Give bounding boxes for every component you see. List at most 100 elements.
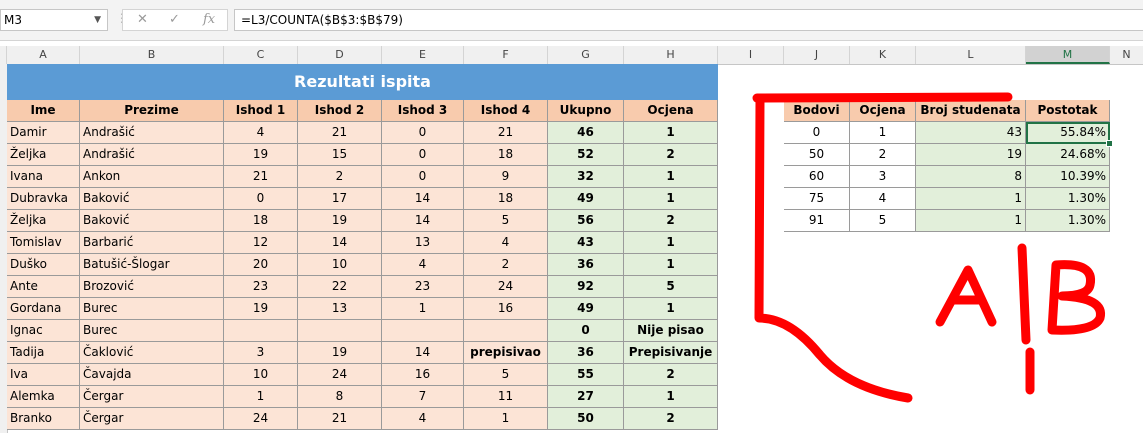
cell-ocjena[interactable]: Nije pisao bbox=[624, 320, 718, 342]
cell-ishod-1[interactable]: 21 bbox=[224, 166, 298, 188]
cell-ukupno[interactable]: 32 bbox=[548, 166, 624, 188]
header-ishod-4[interactable]: Ishod 4 bbox=[464, 100, 548, 122]
cell-ime[interactable]: Dubravka bbox=[7, 188, 80, 210]
cell-ishod-3[interactable]: 14 bbox=[382, 342, 464, 364]
cell-prezime[interactable]: Brozović bbox=[80, 276, 224, 298]
cell-ocjena[interactable]: 2 bbox=[624, 364, 718, 386]
cell-ishod-1[interactable]: 4 bbox=[224, 122, 298, 144]
cell-ocjena[interactable]: 2 bbox=[624, 144, 718, 166]
cell-ime[interactable]: Tadija bbox=[7, 342, 80, 364]
cell-ishod-4[interactable]: 9 bbox=[464, 166, 548, 188]
cell-ocjena[interactable]: 1 bbox=[624, 188, 718, 210]
cell-ishod-2[interactable]: 10 bbox=[298, 254, 382, 276]
cell-ime[interactable]: Duško bbox=[7, 254, 80, 276]
cell-ukupno[interactable]: 56 bbox=[548, 210, 624, 232]
column-header-g[interactable]: G bbox=[548, 46, 624, 64]
grade-header-ocjena[interactable]: Ocjena bbox=[850, 100, 916, 122]
cell-ukupno[interactable]: 49 bbox=[548, 298, 624, 320]
cell-ime[interactable]: Ivana bbox=[7, 166, 80, 188]
fill-handle[interactable] bbox=[1106, 140, 1113, 147]
cell-ime[interactable]: Željka bbox=[7, 210, 80, 232]
cell-ocjena[interactable]: 2 bbox=[624, 408, 718, 430]
cell-ishod-1[interactable]: 20 bbox=[224, 254, 298, 276]
cell-ishod-4[interactable]: prepisivao bbox=[464, 342, 548, 364]
cell-ishod-3[interactable]: 14 bbox=[382, 210, 464, 232]
cell-prezime[interactable]: Ankon bbox=[80, 166, 224, 188]
cell-ukupno[interactable]: 36 bbox=[548, 342, 624, 364]
cell-ishod-2[interactable]: 21 bbox=[298, 408, 382, 430]
cell-ishod-3[interactable]: 1 bbox=[382, 298, 464, 320]
cell-ishod-3[interactable]: 0 bbox=[382, 122, 464, 144]
column-header-b[interactable]: B bbox=[80, 46, 224, 64]
cell-ukupno[interactable]: 27 bbox=[548, 386, 624, 408]
cell-prezime[interactable]: Andrašić bbox=[80, 122, 224, 144]
cell-prezime[interactable]: Čaklović bbox=[80, 342, 224, 364]
cell-ukupno[interactable]: 0 bbox=[548, 320, 624, 342]
cell-prezime[interactable]: Baković bbox=[80, 210, 224, 232]
cell-prezime[interactable]: Batušić-Šlogar bbox=[80, 254, 224, 276]
cell-ocjena[interactable]: 1 bbox=[624, 232, 718, 254]
grade-cell-postotak[interactable]: 1.30% bbox=[1026, 188, 1110, 210]
cell-ukupno[interactable]: 50 bbox=[548, 408, 624, 430]
cell-ishod-2[interactable]: 13 bbox=[298, 298, 382, 320]
cell-ishod-2[interactable]: 14 bbox=[298, 232, 382, 254]
cell-ishod-2[interactable]: 2 bbox=[298, 166, 382, 188]
cell-ishod-3[interactable] bbox=[382, 320, 464, 342]
cell-prezime[interactable]: Burec bbox=[80, 298, 224, 320]
column-header-e[interactable]: E bbox=[382, 46, 464, 64]
header-prezime[interactable]: Prezime bbox=[80, 100, 224, 122]
cell-ime[interactable]: Tomislav bbox=[7, 232, 80, 254]
formula-input[interactable]: =L3/COUNTA($B$3:$B$79) bbox=[234, 9, 1143, 31]
cell-ishod-1[interactable]: 3 bbox=[224, 342, 298, 364]
cell-ishod-2[interactable]: 19 bbox=[298, 210, 382, 232]
header-ishod-3[interactable]: Ishod 3 bbox=[382, 100, 464, 122]
cell-ime[interactable]: Iva bbox=[7, 364, 80, 386]
name-box[interactable]: M3 ▼ bbox=[0, 9, 108, 31]
cell-ishod-1[interactable]: 23 bbox=[224, 276, 298, 298]
cell-ishod-1[interactable]: 19 bbox=[224, 298, 298, 320]
cell-ukupno[interactable]: 43 bbox=[548, 232, 624, 254]
cell-ocjena[interactable]: 1 bbox=[624, 298, 718, 320]
header-ocjena[interactable]: Ocjena bbox=[624, 100, 718, 122]
cell-ishod-2[interactable]: 21 bbox=[298, 122, 382, 144]
column-header-m[interactable]: M bbox=[1026, 46, 1110, 64]
grade-cell-broj-studenata[interactable]: 43 bbox=[916, 122, 1026, 144]
cell-ishod-3[interactable]: 7 bbox=[382, 386, 464, 408]
cell-ishod-2[interactable]: 19 bbox=[298, 342, 382, 364]
cell-ishod-1[interactable]: 24 bbox=[224, 408, 298, 430]
header-ishod-1[interactable]: Ishod 1 bbox=[224, 100, 298, 122]
grade-header-bodovi[interactable]: Bodovi bbox=[784, 100, 850, 122]
cell-ishod-4[interactable]: 18 bbox=[464, 144, 548, 166]
cell-ime[interactable]: Branko bbox=[7, 408, 80, 430]
grade-header-broj-studenata[interactable]: Broj studenata bbox=[916, 100, 1026, 122]
cell-ishod-1[interactable]: 0 bbox=[224, 188, 298, 210]
cell-ocjena[interactable]: 1 bbox=[624, 386, 718, 408]
cell-ishod-2[interactable]: 24 bbox=[298, 364, 382, 386]
grade-cell-ocjena[interactable]: 4 bbox=[850, 188, 916, 210]
cell-prezime[interactable]: Burec bbox=[80, 320, 224, 342]
cell-ishod-3[interactable]: 23 bbox=[382, 276, 464, 298]
cell-ishod-3[interactable]: 0 bbox=[382, 144, 464, 166]
cell-prezime[interactable]: Čavajda bbox=[80, 364, 224, 386]
cancel-icon[interactable]: ✕ bbox=[137, 12, 148, 27]
cell-ime[interactable]: Alemka bbox=[7, 386, 80, 408]
cell-ishod-4[interactable]: 1 bbox=[464, 408, 548, 430]
cell-ime[interactable]: Željka bbox=[7, 144, 80, 166]
column-header-n[interactable]: N bbox=[1110, 46, 1143, 64]
cell-ishod-3[interactable]: 0 bbox=[382, 166, 464, 188]
cell-ishod-1[interactable]: 10 bbox=[224, 364, 298, 386]
cell-ukupno[interactable]: 55 bbox=[548, 364, 624, 386]
table-title[interactable]: Rezultati ispita bbox=[7, 64, 718, 100]
cell-ukupno[interactable]: 46 bbox=[548, 122, 624, 144]
cell-ukupno[interactable]: 92 bbox=[548, 276, 624, 298]
column-header-f[interactable]: F bbox=[464, 46, 548, 64]
grade-cell-bodovi[interactable]: 0 bbox=[784, 122, 850, 144]
column-header-i[interactable]: I bbox=[718, 46, 784, 64]
cell-ime[interactable]: Gordana bbox=[7, 298, 80, 320]
cell-ishod-2[interactable]: 15 bbox=[298, 144, 382, 166]
cell-ocjena[interactable]: 1 bbox=[624, 254, 718, 276]
cell-ishod-2[interactable]: 8 bbox=[298, 386, 382, 408]
grade-cell-postotak[interactable]: 10.39% bbox=[1026, 166, 1110, 188]
cell-ime[interactable]: Ante bbox=[7, 276, 80, 298]
cell-prezime[interactable]: Baković bbox=[80, 188, 224, 210]
